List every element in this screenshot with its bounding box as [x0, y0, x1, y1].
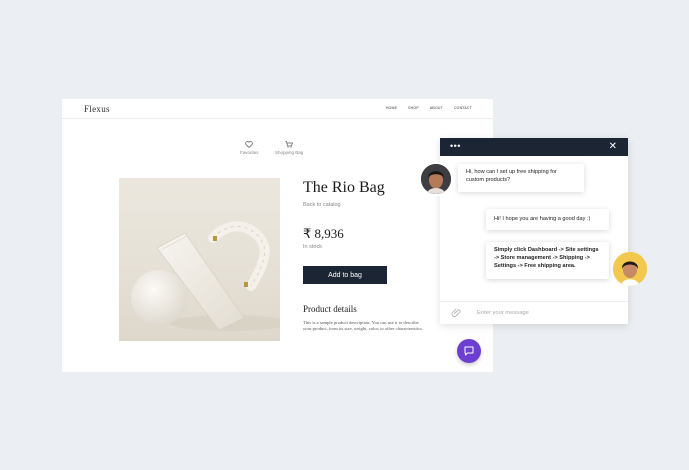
product-details-text: This is a sample product description. Yo… — [303, 320, 423, 331]
nav-item-home[interactable]: HOME — [386, 106, 397, 110]
chat-menu-icon[interactable]: ••• — [450, 141, 461, 151]
paperclip-icon[interactable] — [451, 307, 463, 319]
back-to-catalog-link[interactable]: Back to catalog — [303, 202, 341, 208]
nav-item-shop[interactable]: SHOP — [408, 106, 419, 110]
store-nav: HOME SHOP ABOUT CONTACT — [386, 106, 472, 110]
chat-message-agent: Hi! I hope you are having a good day :) — [486, 209, 609, 230]
product-price: ₹ 8,936 — [303, 226, 344, 241]
store-logo[interactable]: Flexus — [84, 104, 110, 114]
chat-message-input[interactable] — [477, 307, 617, 319]
chat-message-user: Hi, how can I set up free shipping for c… — [458, 164, 584, 192]
nav-item-about[interactable]: ABOUT — [430, 106, 443, 110]
chat-header: ••• ✕ — [440, 138, 628, 156]
close-icon[interactable]: ✕ — [609, 142, 617, 152]
chat-input-bar — [440, 301, 628, 324]
favorites-label: Favorites — [240, 150, 259, 155]
heart-icon — [245, 141, 253, 148]
nav-item-contact[interactable]: CONTACT — [454, 106, 472, 110]
add-to-bag-button[interactable]: Add to bag — [303, 266, 387, 284]
chat-bubble-icon — [464, 346, 474, 356]
shopping-bag-label: Shopping Bag — [275, 150, 304, 155]
shopping-bag-icon — [285, 141, 294, 148]
chat-widget: ••• ✕ Hi, how can I set up free shipping… — [440, 138, 628, 324]
store-page: Flexus HOME SHOP ABOUT CONTACT Favorites… — [62, 99, 493, 372]
favorites-button[interactable]: Favorites — [240, 141, 259, 155]
chat-launcher-button[interactable] — [457, 339, 481, 363]
product-image — [119, 178, 280, 341]
store-header: Flexus HOME SHOP ABOUT CONTACT — [62, 99, 493, 119]
product-title: The Rio Bag — [303, 179, 385, 196]
shopping-bag-button[interactable]: Shopping Bag — [275, 141, 303, 155]
agent-avatar — [613, 252, 647, 286]
user-avatar — [419, 162, 453, 196]
chat-message-agent-instructions: Simply click Dashboard -> Site settings … — [486, 242, 609, 279]
product-details-heading: Product details — [303, 304, 357, 314]
stock-status: In stock — [303, 244, 322, 250]
